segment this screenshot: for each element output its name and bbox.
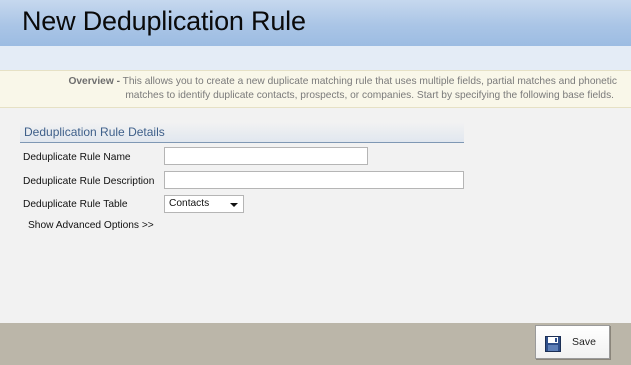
overview-banner: Overview - This allows you to create a n… [0,70,631,108]
chevron-down-icon [230,203,238,207]
header-subbar [0,46,631,70]
save-button-label: Save [572,336,596,348]
rule-description-label: Deduplicate Rule Description [23,176,155,187]
rule-description-input[interactable] [164,171,464,189]
rule-name-label: Deduplicate Rule Name [23,152,131,163]
page-title: New Deduplication Rule [22,6,306,36]
save-button[interactable]: Save [535,325,610,359]
rule-table-label: Deduplicate Rule Table [23,199,128,210]
rule-name-input[interactable] [164,147,368,165]
overview-text-line1: This allows you to create a new duplicat… [122,76,617,87]
rule-table-select[interactable]: Contacts [164,195,244,213]
show-advanced-options-link[interactable]: Show Advanced Options >> [28,220,154,231]
section-title: Deduplication Rule Details [24,125,165,139]
section-header: Deduplication Rule Details [20,122,464,143]
overview-text-line2: matches to identify duplicate contacts, … [125,90,614,101]
floppy-disk-icon [545,336,561,352]
overview-label: Overview - [68,76,120,87]
rule-table-selected-value: Contacts [169,198,210,209]
page-header: New Deduplication Rule [0,0,631,46]
